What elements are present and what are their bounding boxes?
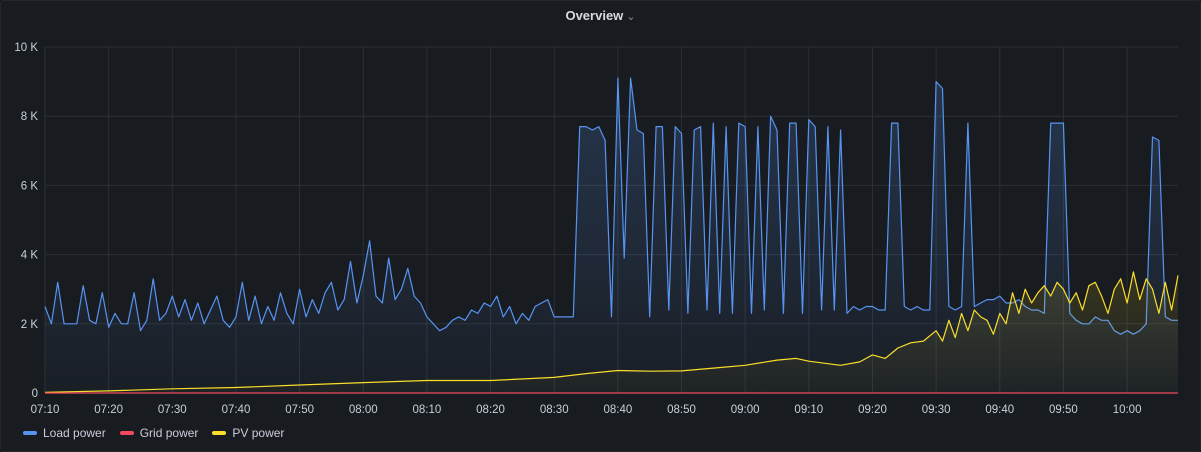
- legend-label: Grid power: [139, 426, 199, 440]
- x-tick-label: 07:40: [222, 404, 251, 416]
- x-tick-label: 09:30: [922, 404, 951, 416]
- x-tick-label: 07:10: [31, 404, 60, 416]
- x-tick-label: 09:40: [985, 404, 1014, 416]
- legend-item-grid-power[interactable]: Grid power: [119, 425, 199, 441]
- y-tick-label: 6 K: [21, 180, 39, 192]
- x-tick-label: 10:00: [1113, 404, 1142, 416]
- x-tick-label: 09:20: [858, 404, 887, 416]
- legend: Load power Grid power PV power: [23, 425, 284, 441]
- chart-series: [44, 77, 1179, 394]
- x-tick-label: 08:30: [540, 404, 569, 416]
- y-tick-label: 8 K: [21, 111, 39, 123]
- x-tick-label: 07:30: [158, 404, 187, 416]
- x-tick-label: 09:10: [794, 404, 823, 416]
- x-tick-label: 08:40: [603, 404, 632, 416]
- legend-item-pv-power[interactable]: PV power: [212, 425, 284, 441]
- legend-item-load-power[interactable]: Load power: [23, 425, 106, 441]
- x-tick-label: 08:50: [667, 404, 696, 416]
- y-tick-label: 0: [32, 388, 38, 400]
- y-tick-label: 10 K: [14, 42, 38, 54]
- x-axis: 07:10 07:20 07:30 07:40 07:50 08:00 08:10 08:20…: [31, 404, 1142, 416]
- legend-swatch: [212, 431, 227, 435]
- y-tick-label: 4 K: [21, 250, 39, 262]
- legend-swatch: [23, 431, 37, 435]
- y-tick-label: 2 K: [21, 319, 39, 331]
- x-tick-label: 08:10: [413, 404, 442, 416]
- x-tick-label: 08:20: [476, 404, 505, 416]
- time-series-chart[interactable]: 02 K4 K6 K8 K10 K 07:10 07:20 07:30 07:40 07…: [1, 1, 1200, 421]
- x-tick-label: 09:00: [731, 404, 760, 416]
- panel: Overview ⌄ 02 K4 K6 K8 K 10 K 07:10 07:20 07…: [0, 0, 1201, 452]
- x-tick-label: 07:50: [285, 404, 314, 416]
- x-tick-label: 09:50: [1049, 404, 1078, 416]
- legend-swatch: [119, 431, 134, 435]
- legend-label: Load power: [43, 426, 106, 440]
- y-axis: 0 2 K 4 K 6 K 8 K 10 K: [14, 42, 38, 400]
- x-tick-label: 08:00: [349, 404, 378, 416]
- legend-label: PV power: [232, 426, 285, 440]
- x-tick-label: 07:20: [94, 404, 123, 416]
